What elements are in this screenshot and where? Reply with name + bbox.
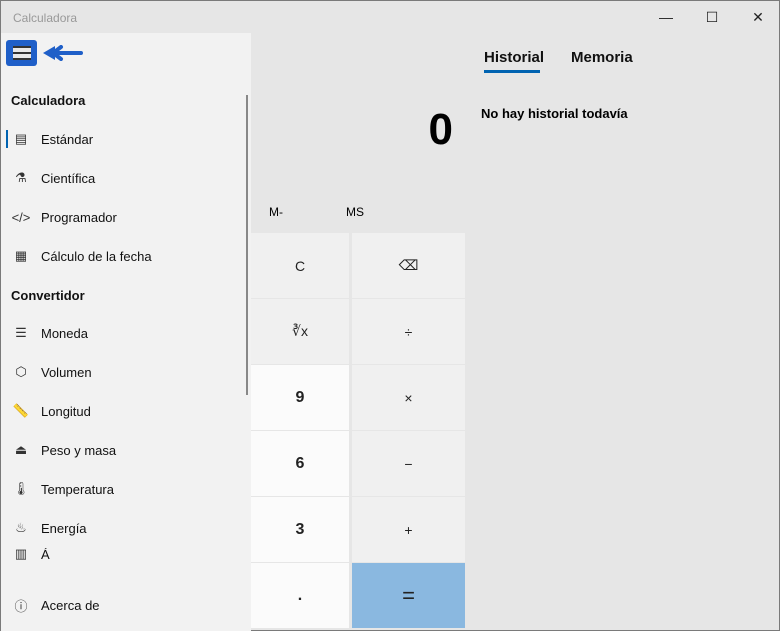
calendar-icon: ▦: [14, 248, 28, 263]
tab-memory[interactable]: Memoria: [571, 49, 633, 66]
navigation-pane: Calculadora ▤ Estándar ⚗ Científica </> Progr…: [1, 33, 251, 631]
tab-history[interactable]: Historial: [484, 49, 544, 66]
nav-item-longitud[interactable]: 📏 Longitud: [1, 392, 245, 430]
maximize-button[interactable]: ☐: [689, 1, 735, 33]
nav-item-label: Energía: [41, 520, 87, 536]
key-4-0-button[interactable]: 3: [251, 497, 349, 562]
coins-icon: ☰: [15, 325, 27, 340]
close-button[interactable]: ✕: [735, 1, 780, 33]
nav-item-label: Moneda: [41, 325, 88, 341]
key-0-0-button[interactable]: C: [251, 233, 349, 298]
menu-icon: [12, 46, 31, 60]
nav-item-label: Á: [41, 548, 50, 560]
key-2-1-button[interactable]: ×: [352, 365, 465, 430]
nav-item-programador[interactable]: </> Programador: [1, 198, 245, 236]
code-icon: </>: [11, 209, 31, 225]
key-5-1-button[interactable]: =: [352, 563, 465, 628]
nav-item-peso-y-masa[interactable]: ⏏ Peso y masa: [1, 431, 245, 469]
memory-store-button[interactable]: MS: [346, 205, 364, 219]
key-0-1-button[interactable]: ⌫: [352, 233, 465, 298]
arrow-annotation-icon: [43, 45, 83, 61]
key-5-0-button[interactable]: .: [251, 563, 349, 628]
key-3-0-button[interactable]: 6: [251, 431, 349, 496]
nav-item-label: Peso y masa: [41, 442, 117, 458]
nav-item-label: Volumen: [41, 364, 92, 380]
flask-icon: ⚗: [15, 170, 27, 185]
cube-icon: ⬡: [15, 364, 27, 379]
nav-item-label: Científica: [41, 170, 96, 186]
nav-item-cálculo-de-la-fecha[interactable]: ▦ Cálculo de la fecha: [1, 237, 245, 275]
area-icon: ▥: [14, 548, 28, 560]
key-4-1-button[interactable]: +: [352, 497, 465, 562]
nav-item-temperatura[interactable]: 🌡 Temperatura: [1, 470, 245, 508]
nav-item-energía[interactable]: ♨ Energía: [1, 509, 245, 547]
nav-item-label: Programador: [41, 209, 117, 225]
section-calculator: Calculadora: [11, 93, 86, 108]
nav-item-label: Acerca de: [41, 597, 100, 613]
active-tab-indicator: [484, 70, 540, 73]
nav-item-estándar[interactable]: ▤ Estándar: [1, 120, 245, 158]
window-title: Calculadora: [13, 11, 78, 25]
display-value: 0: [428, 105, 453, 154]
nav-item-moneda[interactable]: ☰ Moneda: [1, 314, 245, 352]
key-2-0-button[interactable]: 9: [251, 365, 349, 430]
minimize-button[interactable]: —: [643, 1, 689, 33]
key-1-0-button[interactable]: ∛x: [251, 299, 349, 364]
nav-item-label: Temperatura: [41, 481, 114, 497]
nav-item-á[interactable]: ▥ Á: [1, 548, 245, 560]
hamburger-menu-button[interactable]: [6, 40, 37, 66]
thermometer-icon: 🌡: [12, 481, 30, 496]
key-1-1-button[interactable]: ÷: [352, 299, 465, 364]
nav-item-volumen[interactable]: ⬡ Volumen: [1, 353, 245, 391]
nav-item-científica[interactable]: ⚗ Científica: [1, 159, 245, 197]
weight-icon: ⏏: [14, 442, 28, 457]
ruler-icon: 📏: [12, 403, 30, 418]
calculator-window: Calculadora — ☐ ✕ 0 M- MS C ⌫ ∛x ÷ 9 × 6−3 +. = …: [0, 0, 780, 631]
nav-item-label: Estándar: [41, 131, 94, 147]
nav-item-label: Longitud: [41, 403, 91, 419]
key-3-1-button[interactable]: −: [352, 431, 465, 496]
memory-subtract-button[interactable]: M-: [269, 205, 283, 219]
history-empty-message: No hay historial todavía: [481, 106, 628, 121]
info-icon: ⓘ: [14, 598, 28, 614]
scrollbar[interactable]: [246, 95, 248, 395]
nav-item-about[interactable]: ⓘ Acerca de: [1, 586, 245, 624]
calculator-icon: ▤: [14, 131, 28, 146]
nav-item-label: Cálculo de la fecha: [41, 248, 152, 264]
flame-icon: ♨: [15, 520, 27, 535]
section-converter: Convertidor: [11, 288, 85, 303]
